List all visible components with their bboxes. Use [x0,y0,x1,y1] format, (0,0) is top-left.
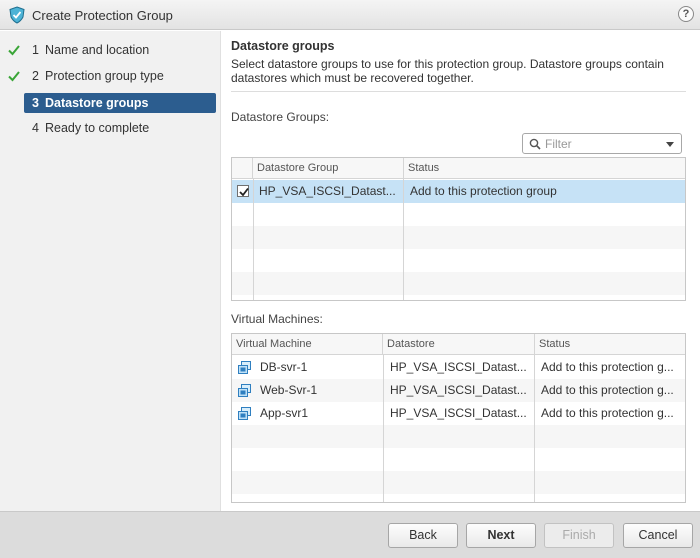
vm-status-cell: Add to this protection g... [541,406,674,420]
vm-name-cell: Web-Svr-1 [260,383,318,397]
column-header-datastore[interactable]: Datastore [383,334,535,355]
empty-row [232,226,685,249]
empty-row [232,249,685,272]
main-content: Datastore groups Select datastore groups… [222,31,700,511]
checkbox-column-header[interactable] [232,158,253,179]
step-protection-group-type[interactable]: 2 Protection group type [24,66,216,86]
wizard-steps-sidebar: 1 Name and location 2 Protection group typ… [0,31,221,511]
title-bar: Create Protection Group ? [0,0,700,30]
step-ready-to-complete[interactable]: 4 Ready to complete [24,118,216,138]
cancel-button[interactable]: Cancel [623,523,693,548]
vm-datastore-cell: HP_VSA_ISCSI_Datast... [390,383,527,397]
vm-status-cell: Add to this protection g... [541,383,674,397]
check-icon [8,71,20,82]
row-checkbox[interactable] [237,185,249,197]
wizard-footer: Back Next Finish Cancel [0,511,700,558]
status-cell: Add to this protection group [410,184,557,198]
back-button[interactable]: Back [388,523,458,548]
empty-row [232,272,685,295]
virtual-machines-table: Virtual Machine Datastore Status DB-svr-… [231,333,686,503]
virtual-machine-icon [238,361,251,374]
window-title: Create Protection Group [32,8,173,23]
column-header-status[interactable]: Status [404,158,685,179]
column-divider [383,355,384,502]
empty-row [232,203,685,226]
table-row[interactable]: DB-svr-1 HP_VSA_ISCSI_Datast... Add to t… [232,356,685,379]
empty-row [232,425,685,448]
table-header: Datastore Group Status [232,158,685,179]
table-header: Virtual Machine Datastore Status [232,334,685,355]
vm-name-cell: DB-svr-1 [260,360,308,374]
vm-status-cell: Add to this protection g... [541,360,674,374]
check-icon [8,45,20,56]
datastore-groups-table: Datastore Group Status HP_VSA_ISCSI_Data… [231,157,686,301]
table-row[interactable]: Web-Svr-1 HP_VSA_ISCSI_Datast... Add to … [232,379,685,402]
table-row[interactable]: HP_VSA_ISCSI_Datast... Add to this prote… [232,180,685,203]
divider [231,91,686,92]
column-header-datastore-group[interactable]: Datastore Group [253,158,404,179]
virtual-machines-label: Virtual Machines: [231,312,323,326]
empty-row [232,471,685,494]
filter-placeholder: Filter [545,137,572,151]
step-name-and-location[interactable]: 1 Name and location [24,40,216,60]
checkmark-icon [239,187,249,197]
column-header-status[interactable]: Status [535,334,685,355]
search-icon [529,138,541,150]
page-description: Select datastore groups to use for this … [231,57,664,85]
column-divider [253,179,254,300]
column-divider [403,179,404,300]
column-divider [534,355,535,502]
vm-datastore-cell: HP_VSA_ISCSI_Datast... [390,406,527,420]
virtual-machine-icon [238,407,251,420]
vm-datastore-cell: HP_VSA_ISCSI_Datast... [390,360,527,374]
table-row[interactable]: App-svr1 HP_VSA_ISCSI_Datast... Add to t… [232,402,685,425]
step-datastore-groups[interactable]: 3 Datastore groups [24,93,216,113]
chevron-down-icon[interactable] [666,142,674,147]
column-header-virtual-machine[interactable]: Virtual Machine [232,334,383,355]
empty-row [232,448,685,471]
filter-input[interactable]: Filter [522,133,682,154]
finish-button: Finish [544,523,614,548]
next-button[interactable]: Next [466,523,536,548]
datastore-group-cell: HP_VSA_ISCSI_Datast... [259,184,396,198]
page-title: Datastore groups [231,39,335,53]
shield-icon [9,6,25,24]
virtual-machine-icon [238,384,251,397]
vm-name-cell: App-svr1 [260,406,309,420]
datastore-groups-label: Datastore Groups: [231,110,330,124]
help-icon[interactable]: ? [678,6,694,22]
